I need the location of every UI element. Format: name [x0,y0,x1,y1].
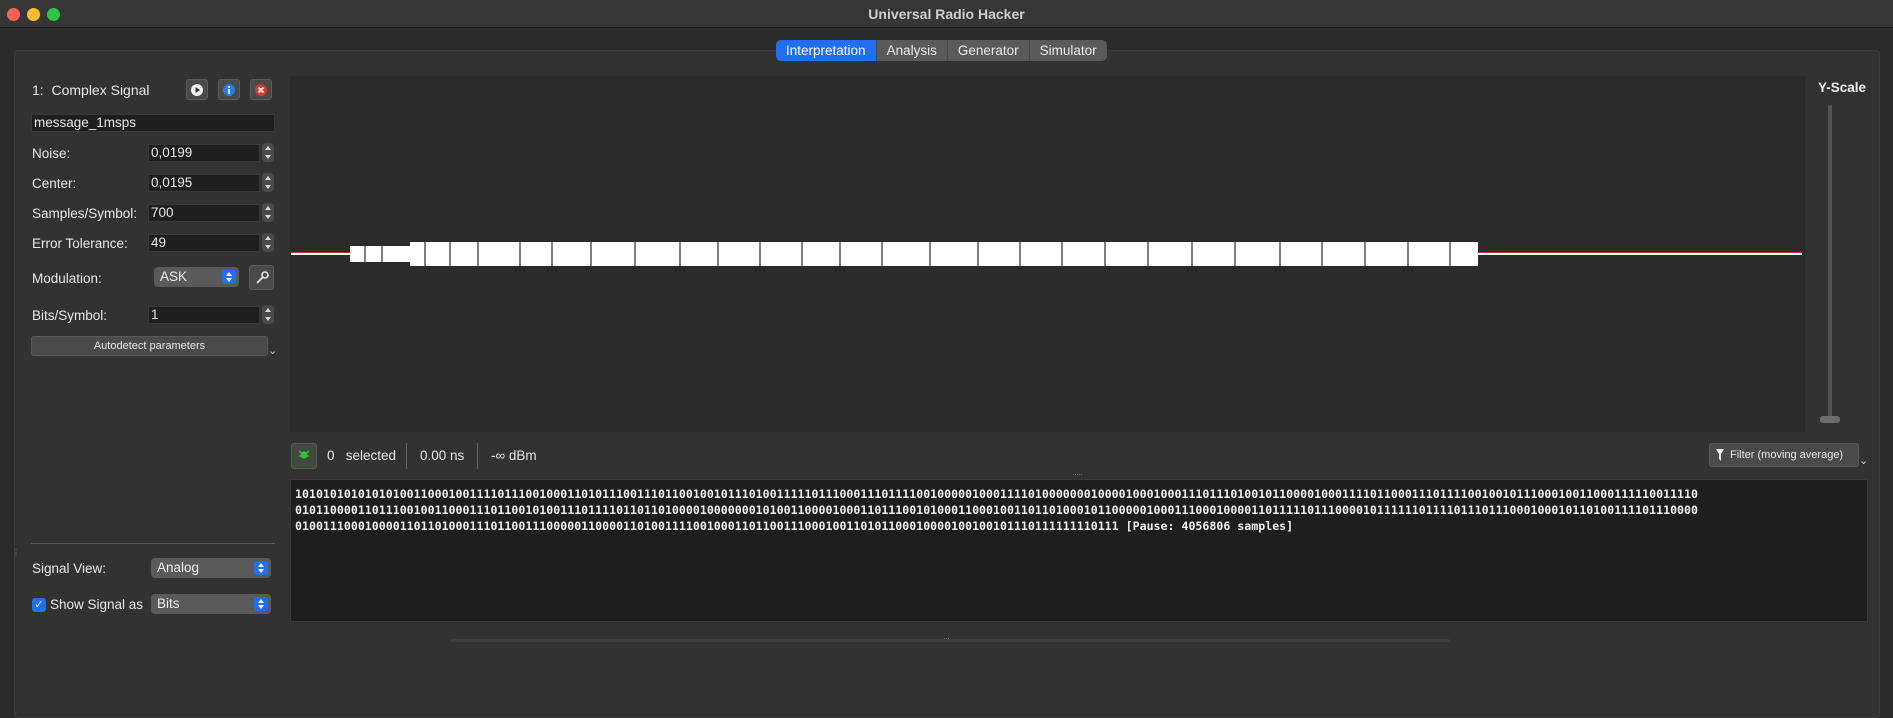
center-label: Center: [32,176,77,191]
bits-line: 1010101010101010011000100111101110010001… [295,487,1698,501]
splitter-handle[interactable]: ⋮ [12,548,20,564]
noise-stepper[interactable] [262,143,274,162]
modulation-select[interactable]: ASK [154,267,239,287]
chevron-down-icon[interactable]: ⌄ [268,344,277,357]
samples-per-symbol-input[interactable]: 700 [148,204,260,222]
close-icon [255,83,267,96]
bookmark-button[interactable] [291,443,317,469]
noise-input[interactable]: 0,0199 [148,144,260,162]
selected-count-value: 0 [327,448,335,463]
window-title: Universal Radio Hacker [868,6,1025,22]
info-button[interactable] [218,79,240,100]
splitter-handle[interactable]: ····· [1072,469,1083,479]
bits-per-symbol-stepper[interactable] [262,305,274,324]
signal-title: 1: Complex Signal [32,82,150,98]
filter-button[interactable]: Filter (moving average) [1709,443,1859,467]
play-button[interactable] [186,79,208,100]
filter-icon [1716,449,1724,461]
dropdown-arrow-icon [254,561,268,575]
chevron-down-icon[interactable]: ⌄ [1859,454,1868,467]
signal-view-label: Signal View: [32,561,107,576]
tab-simulator[interactable]: Simulator [1030,40,1107,61]
selection-count: 0 selected [327,443,396,469]
tab-interpretation[interactable]: Interpretation [776,40,877,61]
bug-icon [298,450,310,459]
selection-duration: 0.00 ns [420,448,465,463]
signal-waveform [291,242,1802,266]
dropdown-arrow-icon [222,270,236,284]
show-signal-as-select[interactable]: Bits [151,594,271,614]
show-signal-as-value: Bits [157,596,180,611]
dropdown-arrow-icon [254,597,268,611]
samples-per-symbol-stepper[interactable] [262,203,274,222]
protocol-bits-view[interactable]: 1010101010101010011000100111101110010001… [290,479,1868,622]
horizontal-scrollbar[interactable] [450,639,1450,642]
signal-index: 1: [32,82,44,98]
signal-title-text: Complex Signal [51,82,150,98]
tab-analysis[interactable]: Analysis [877,40,948,61]
samples-per-symbol-label: Samples/Symbol: [32,206,138,221]
y-scale-slider[interactable] [1828,105,1832,420]
show-signal-checkbox[interactable]: ✓ [32,598,46,612]
modulation-value: ASK [160,269,188,284]
wrench-icon [255,270,269,284]
tab-generator[interactable]: Generator [948,40,1030,61]
tab-bar: Interpretation Analysis Generator Simula… [776,40,1107,61]
modulation-label: Modulation: [32,271,102,286]
divider [31,543,275,544]
bits-line: 0101100001101110010011000111011001010011… [295,503,1698,517]
signal-view-canvas[interactable] [290,76,1805,432]
divider [477,443,478,469]
noise-label: Noise: [32,146,71,161]
signal-name-input[interactable]: message_1msps [31,114,275,132]
modulation-settings-button[interactable] [249,265,274,290]
error-tolerance-input[interactable]: 49 [148,234,260,252]
splitter-handle[interactable]: ··· [943,633,950,643]
bits-per-symbol-input[interactable]: 1 [148,306,260,324]
show-signal-label: Show Signal as [50,597,144,612]
y-scale-slider-handle[interactable] [1820,416,1840,423]
close-signal-button[interactable] [250,79,272,100]
center-input[interactable]: 0,0195 [148,174,260,192]
title-bar: Universal Radio Hacker [0,0,1893,28]
error-tolerance-stepper[interactable] [262,233,274,252]
signal-view-select[interactable]: Analog [151,558,271,578]
info-icon [223,83,235,96]
autodetect-parameters-button[interactable]: Autodetect parameters [31,336,268,356]
bits-per-symbol-label: Bits/Symbol: [32,308,108,323]
y-scale-label: Y-Scale [1818,80,1867,95]
bits-line: 0100111000100001101101000111011001110000… [295,519,1294,533]
selected-label: selected [345,448,397,463]
divider [406,443,407,469]
center-stepper[interactable] [262,173,274,192]
signal-view-value: Analog [157,560,200,575]
selection-power: -∞ dBm [491,448,537,463]
error-tolerance-label: Error Tolerance: [32,236,128,251]
filter-label: Filter (moving average) [1730,449,1844,461]
play-icon [191,83,203,96]
